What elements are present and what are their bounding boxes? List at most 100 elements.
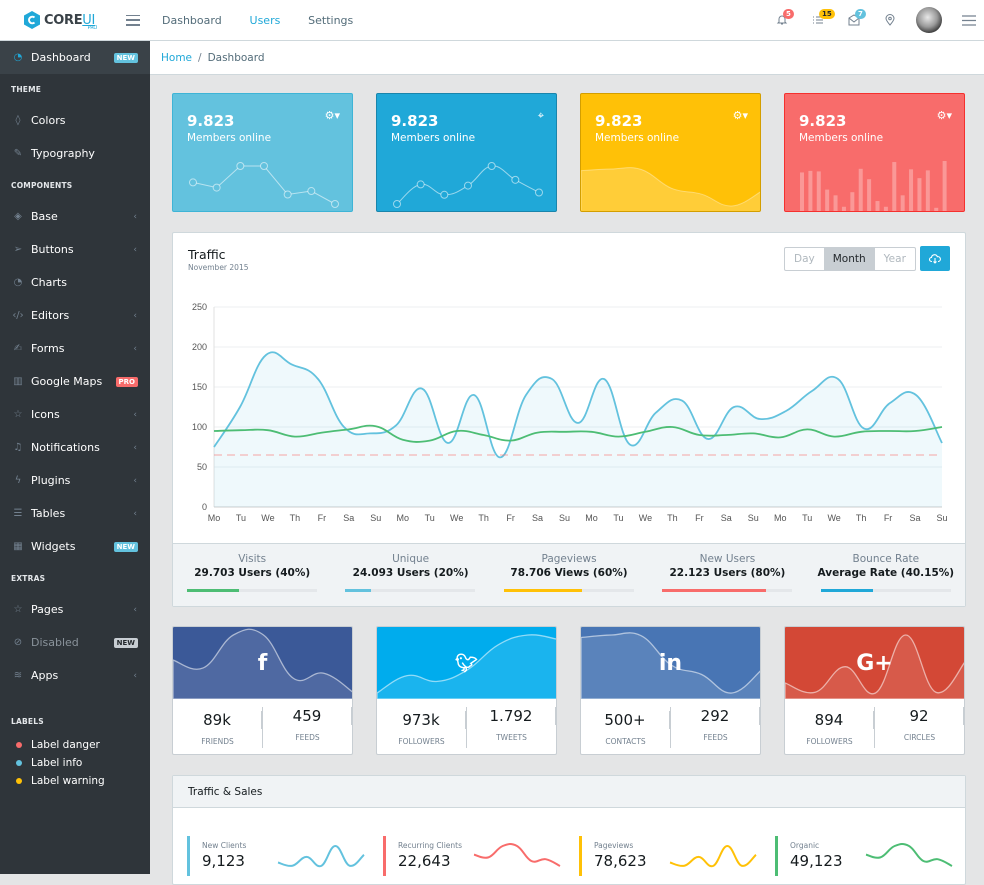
sidebar-item-apps[interactable]: ≋ Apps ‹ — [0, 659, 150, 692]
facebook-icon: f — [257, 650, 268, 676]
aside-toggle-button[interactable] — [954, 0, 984, 40]
social-stat: 89k FRIENDS — [173, 707, 263, 748]
sidebar-item-icons[interactable]: ☆ Icons ‹ — [0, 398, 150, 431]
sidebar-item-charts[interactable]: ◔ Charts — [0, 266, 150, 299]
sidebar-item-buttons[interactable]: ➢ Buttons ‹ — [0, 233, 150, 266]
x-tick-label: Su — [559, 513, 570, 523]
x-tick-label: Su — [370, 513, 381, 523]
x-tick-label: Fr — [506, 513, 515, 523]
x-tick-label: Fr — [318, 513, 327, 523]
top-nav-dashboard[interactable]: Dashboard — [162, 14, 222, 27]
spark-bar — [917, 178, 922, 211]
sidebar-item-label: Colors — [31, 114, 66, 127]
nav-title-labels: LABELS — [11, 716, 44, 726]
traffic-stat-value: 22.123 Users (80%) — [669, 567, 786, 579]
chevron-left-icon: ‹ — [133, 244, 137, 255]
download-button[interactable] — [920, 246, 950, 271]
social-stat-caption: FEEDS — [295, 733, 320, 742]
sidebar-item-plugins[interactable]: ϟ Plugins ‹ — [0, 464, 150, 497]
traffic-stat-title: Bounce Rate — [852, 553, 920, 565]
social-stats: 973k FOLLOWERS 1.792 TWEETS — [377, 699, 556, 754]
stat-sparkline — [800, 161, 947, 211]
sidebar-toggle-button[interactable] — [126, 14, 140, 26]
sidebar-item-notifications[interactable]: ♫ Notifications ‹ — [0, 431, 150, 464]
social-stat-value: 292 — [671, 707, 760, 725]
traffic-stat: Bounce Rate Average Rate (40.15%) — [807, 544, 965, 606]
sidebar-badge: PRO — [115, 376, 138, 387]
cloud-download-icon — [929, 253, 941, 264]
x-tick-label: Tu — [802, 513, 812, 523]
sidebar-item-disabled[interactable]: ⊘ Disabled NEW — [0, 626, 150, 659]
breadcrumb-home[interactable]: Home — [161, 52, 192, 64]
social-stat: 973k FOLLOWERS — [377, 707, 467, 748]
x-tick-label: Fr — [695, 513, 704, 523]
social-stat-caption: CIRCLES — [903, 733, 936, 742]
spark-bar — [942, 161, 947, 211]
traffic-stat-title: Visits — [238, 553, 267, 565]
traffic-sales-card: Traffic & Sales New Clients 9,123 Recurrin… — [172, 775, 966, 885]
y-tick-label: 0 — [202, 502, 207, 512]
range-year-button[interactable]: Year — [875, 248, 915, 270]
brand-sub: PRO — [87, 24, 98, 31]
progress-bar — [662, 589, 793, 592]
social-stats: 89k FRIENDS 459 FEEDS — [173, 699, 352, 754]
top-nav-settings[interactable]: Settings — [308, 14, 353, 27]
sparkline-point — [283, 190, 292, 199]
traffic-stat-title: Pageviews — [541, 553, 597, 565]
nav-title-extras: EXTRAS — [11, 573, 46, 583]
sidebar-item-label: Disabled — [31, 636, 79, 649]
sidebar-item-forms[interactable]: ✍ Forms ‹ — [0, 332, 150, 365]
sidebar-label-item[interactable]: Label warning — [0, 772, 150, 790]
spark-bar — [892, 162, 897, 211]
user-avatar[interactable] — [916, 7, 942, 33]
x-tick-label: Fr — [884, 513, 893, 523]
traffic-footer: Visits 29.703 Users (40%) Unique 24.093 Use… — [173, 543, 965, 606]
notifications-badge: 5 — [783, 9, 794, 19]
sidebar-item-widgets[interactable]: ▦ Widgets NEW — [0, 530, 150, 563]
sparkline-point — [189, 178, 197, 187]
traffic-chart: 0 50 100 150 200 250 Mo Tu We Th Fr Sa Su Mo Tu We Th Fr S… — [192, 302, 948, 523]
social-stat-caption: FRIENDS — [201, 737, 234, 746]
sidebar-label-item[interactable]: Label danger — [0, 736, 150, 754]
sidebar-item-label: Buttons — [31, 243, 74, 256]
progress-fill — [820, 589, 873, 592]
range-day-button[interactable]: Day — [785, 248, 824, 270]
google-plus-icon: G+ — [856, 650, 893, 676]
star-icon: ☆ — [13, 409, 23, 420]
bell-icon: ♫ — [13, 442, 23, 453]
top-nav-users[interactable]: Users — [250, 14, 281, 27]
sidebar-item-base[interactable]: ◈ Base ‹ — [0, 200, 150, 233]
social-stat-value: 459 — [263, 707, 352, 725]
social-stat-value: 973k — [377, 711, 466, 729]
progress-bar — [345, 589, 476, 592]
social-stat-value: 500+ — [581, 711, 670, 729]
social-stats: 894 FOLLOWERS 92 CIRCLES — [785, 699, 964, 754]
sidebar-item-pages[interactable]: ☆ Pages ‹ — [0, 593, 150, 626]
sidebar-item-label: Google Maps — [31, 375, 103, 388]
new-badge: NEW — [113, 52, 138, 63]
sidebar-label-item[interactable]: Label info — [0, 754, 150, 772]
sidebar-item-editors[interactable]: ‹/› Editors ‹ — [0, 299, 150, 332]
sidebar-item-colors[interactable]: ◊ Colors — [0, 104, 150, 137]
y-tick-label: 100 — [192, 422, 207, 432]
sidebar-item-tables[interactable]: ☰ Tables ‹ — [0, 497, 150, 530]
notifications-button[interactable]: 5 — [764, 0, 800, 40]
sparkline-point — [307, 187, 316, 196]
tasks-button[interactable]: 15 — [800, 0, 836, 40]
sidebar-item-typography[interactable]: ✎ Typography — [0, 137, 150, 170]
spark-bar — [808, 170, 813, 211]
x-tick-label: Mo — [396, 513, 409, 523]
sidebar-item-dashboard[interactable]: ◔ Dashboard NEW — [0, 41, 150, 74]
drop-icon: ◊ — [15, 115, 21, 126]
range-month-button[interactable]: Month — [823, 248, 875, 270]
kpi-sparkline — [865, 843, 953, 867]
progress-fill — [662, 589, 767, 592]
pie-chart-icon: ◔ — [13, 277, 23, 288]
spark-bar — [883, 206, 888, 211]
location-button[interactable] — [872, 0, 908, 40]
sidebar-item-google-maps[interactable]: ▥ Google Maps PRO — [0, 365, 150, 398]
stat-sparkline — [393, 162, 543, 208]
traffic-stat-title: Unique — [392, 553, 430, 565]
chevron-left-icon: ‹ — [133, 508, 137, 519]
messages-button[interactable]: 7 — [836, 0, 872, 40]
